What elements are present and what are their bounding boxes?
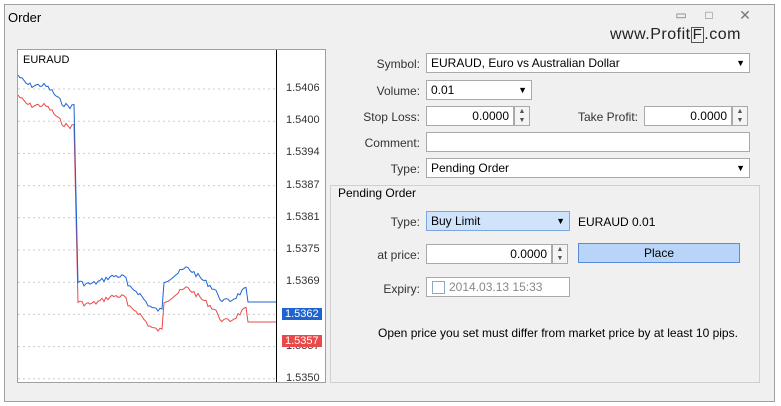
chevron-down-icon: ▼ xyxy=(736,58,745,68)
at-price-label: at price: xyxy=(377,248,420,262)
symbol-label: Symbol: xyxy=(376,57,420,71)
pending-type-value: Buy Limit xyxy=(431,214,481,228)
pending-note: Open price you set must differ from mark… xyxy=(378,326,738,340)
volume-label: Volume: xyxy=(376,84,420,98)
chevron-up-icon[interactable]: ▲ xyxy=(553,245,567,254)
chevron-down-icon: ▼ xyxy=(518,85,527,95)
minimize-icon[interactable]: ▭ xyxy=(672,8,690,22)
watermark-suffix: .com xyxy=(704,26,741,43)
bid-price-tag: 1.5362 xyxy=(282,308,322,320)
price-tick-label: 1.5406 xyxy=(286,82,320,94)
chevron-up-icon[interactable]: ▲ xyxy=(515,107,529,116)
watermark: www.Profit F .com xyxy=(610,26,741,44)
chevron-down-icon[interactable]: ▼ xyxy=(515,116,529,125)
symbol-select[interactable]: EURAUD, Euro vs Australian Dollar ▼ xyxy=(426,53,750,73)
chevron-down-icon[interactable]: ▼ xyxy=(733,116,747,125)
chevron-down-icon: ▼ xyxy=(556,216,565,226)
volume-select[interactable]: 0.01 ▼ xyxy=(426,80,532,100)
pending-type-label: Type: xyxy=(390,215,420,229)
chevron-down-icon: ▼ xyxy=(736,163,745,173)
take-profit-stepper[interactable]: ▲ ▼ xyxy=(732,106,748,126)
pending-summary: EURAUD 0.01 xyxy=(578,215,656,229)
price-tick-label: 1.5387 xyxy=(286,178,320,191)
watermark-prefix: www.Profit xyxy=(610,26,691,43)
stop-loss-input[interactable]: 0.0000 xyxy=(426,106,514,126)
type-label: Type: xyxy=(390,162,420,176)
close-icon[interactable]: ✕ xyxy=(736,8,754,22)
window-title: Order xyxy=(8,10,42,25)
at-price-input[interactable]: 0.0000 xyxy=(426,244,552,264)
price-tick-label: 1.5375 xyxy=(286,243,320,255)
pending-order-title: Pending Order xyxy=(336,186,419,200)
take-profit-input[interactable]: 0.0000 xyxy=(644,106,732,126)
chevron-down-icon[interactable]: ▼ xyxy=(553,254,567,263)
expiry-checkbox[interactable] xyxy=(432,281,445,294)
pending-type-select[interactable]: Buy Limit ▼ xyxy=(426,211,570,231)
stop-loss-stepper[interactable]: ▲ ▼ xyxy=(514,106,530,126)
price-chart: EURAUD 1.5406 1.5400 1.5394 1.5387 1.5381 1.5… xyxy=(17,49,326,384)
watermark-boxed-letter: F xyxy=(690,26,705,43)
order-type-select[interactable]: Pending Order ▼ xyxy=(426,158,750,178)
ask-price-tag: 1.5357 xyxy=(282,335,322,347)
price-tick-label: 1.5350 xyxy=(286,371,320,384)
comment-label: Comment: xyxy=(364,136,420,150)
symbol-select-value: EURAUD, Euro vs Australian Dollar xyxy=(431,56,620,70)
volume-select-value: 0.01 xyxy=(431,83,455,97)
maximize-icon[interactable]: □ xyxy=(700,8,718,22)
chevron-up-icon[interactable]: ▲ xyxy=(733,107,747,116)
bid-price-line xyxy=(17,74,276,312)
take-profit-label: Take Profit: xyxy=(577,110,638,124)
price-tick-label: 1.5394 xyxy=(286,146,320,159)
chart-symbol: EURAUD xyxy=(23,54,70,66)
expiry-value: 2014.03.13 15:33 xyxy=(449,280,543,294)
place-button[interactable]: Place xyxy=(578,243,740,263)
price-tick-label: 1.5400 xyxy=(286,114,320,127)
comment-input[interactable] xyxy=(426,132,750,152)
chart-plot-area xyxy=(17,50,277,382)
stop-loss-label: Stop Loss: xyxy=(363,110,420,124)
order-type-value: Pending Order xyxy=(431,161,510,175)
price-tick-label: 1.5369 xyxy=(286,275,320,288)
price-tick-label: 1.5381 xyxy=(286,210,320,223)
at-price-stepper[interactable]: ▲ ▼ xyxy=(552,244,568,264)
chart-grid xyxy=(18,88,276,380)
expiry-picker[interactable]: 2014.03.13 15:33▼ xyxy=(426,277,570,297)
expiry-label: Expiry: xyxy=(383,282,420,296)
chart-svg xyxy=(17,74,276,380)
